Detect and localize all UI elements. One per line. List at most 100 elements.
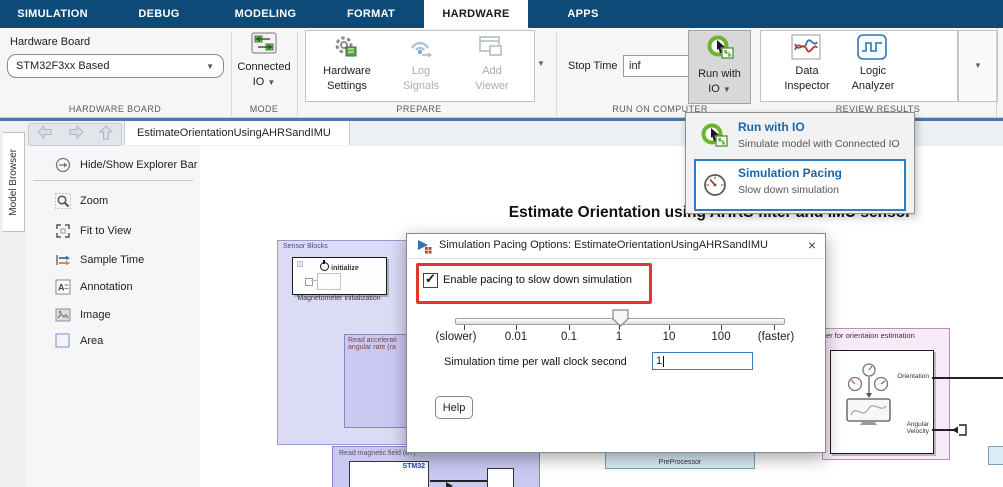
small-block[interactable] — [487, 468, 514, 487]
log-signals-line2: Signals — [392, 79, 450, 94]
tab-modeling[interactable]: MODELING — [213, 0, 318, 28]
log-signals-icon — [406, 34, 434, 65]
magnetometer-init-block[interactable]: initialize — [292, 257, 387, 295]
dialog-titlebar[interactable]: Simulation Pacing Options: EstimateOrien… — [407, 234, 825, 259]
forward-arrow-icon[interactable] — [68, 125, 84, 144]
section-prepare: PREPARE — [305, 104, 533, 114]
palette-item-area[interactable]: Area — [55, 330, 223, 352]
log-signals-button[interactable]: Log Signals — [392, 64, 450, 94]
tab-debug[interactable]: DEBUG — [105, 0, 213, 28]
section-hardware-board: HARDWARE BOARD — [0, 104, 230, 114]
sample-time-icon — [55, 252, 71, 268]
imu-filter-block[interactable]: Orientation Angular Velocity — [830, 350, 934, 454]
time-per-wallclock-label: Simulation time per wall clock second — [444, 356, 627, 368]
run-with-io-line2: IO ▼ — [689, 82, 750, 97]
model-browser-tab[interactable]: Model Browser — [3, 132, 25, 232]
run-with-io-icon — [706, 34, 734, 65]
tab-simulation[interactable]: SIMULATION — [0, 0, 105, 28]
palette-item-explorer-bar[interactable]: Hide/Show Explorer Bar — [55, 154, 223, 176]
divider — [996, 28, 997, 117]
run-with-io-menu: Run with IO Simulate model with Connecte… — [685, 112, 915, 214]
enable-pacing-checkbox[interactable]: ✓ — [423, 273, 438, 288]
help-button[interactable]: Help — [435, 396, 473, 419]
divider — [297, 32, 298, 116]
slider-tick — [569, 325, 570, 330]
stm32-block[interactable]: STM32 — [349, 461, 429, 487]
stop-time-label: Stop Time — [568, 60, 618, 72]
palette-panel: Hide/Show Explorer Bar Zoom Fit to View … — [25, 146, 201, 487]
orientation-area-label: er for orientaion estimation — [823, 329, 949, 340]
logic-analyzer-line1: Logic — [843, 64, 903, 79]
logic-analyzer-button[interactable]: Logic Analyzer — [843, 64, 903, 94]
magnetometer-caption: Magnetometer initialization — [277, 295, 401, 302]
menu-run-with-io-title: Run with IO — [738, 120, 805, 134]
palette-item-zoom[interactable]: Zoom — [55, 190, 223, 212]
menu-simulation-pacing-title: Simulation Pacing — [738, 166, 842, 180]
partial-block[interactable] — [988, 446, 1003, 465]
run-with-io-line1: Run with — [689, 67, 750, 82]
add-viewer-line1: Add — [463, 64, 521, 79]
dialog-title: Simulation Pacing Options: EstimateOrien… — [439, 239, 768, 251]
logic-analyzer-icon — [857, 34, 887, 65]
connected-io-button[interactable]: Connected IO ▼ — [228, 60, 300, 90]
menu-simulation-pacing-subtitle: Slow down simulation — [738, 184, 839, 196]
read-accel-line1: Read accelerati — [345, 335, 415, 344]
slider-tick — [669, 325, 670, 330]
tab-apps[interactable]: APPS — [528, 0, 638, 28]
simulink-window: SIMULATION DEBUG MODELING FORMAT HARDWAR… — [0, 0, 1003, 487]
up-arrow-icon[interactable] — [99, 125, 113, 145]
data-inspector-line1: Data — [777, 64, 837, 79]
hardware-board-label: Hardware Board — [10, 36, 90, 48]
data-inspector-button[interactable]: Data Inspector — [777, 64, 837, 94]
time-per-wallclock-input[interactable]: 1 — [652, 352, 753, 370]
connected-io-icon — [251, 32, 277, 54]
zoom-icon — [55, 193, 71, 209]
annotation-icon: A — [55, 279, 71, 295]
review-expand-button[interactable]: ▼ — [958, 30, 998, 102]
palette-label: Hide/Show Explorer Bar — [80, 159, 197, 171]
menu-item-run-with-io[interactable]: Run with IO Simulate model with Connecte… — [686, 113, 914, 159]
connected-io-line2: IO ▼ — [228, 75, 300, 90]
angular-velocity-wire — [932, 429, 954, 431]
tab-hardware[interactable]: HARDWARE — [424, 0, 528, 28]
hardware-board-select[interactable]: STM32F3xx Based ▼ — [7, 54, 224, 78]
stop-time-input[interactable]: inf — [623, 55, 694, 77]
run-with-io-button[interactable]: Run with IO ▼ — [688, 30, 751, 104]
port-orientation-label: Orientation — [897, 373, 929, 380]
hardware-settings-button[interactable]: Hardware Settings — [312, 64, 382, 94]
pacing-slider-thumb[interactable] — [612, 309, 629, 332]
wire-arrow-icon — [446, 477, 453, 487]
document-tab[interactable]: EstimateOrientationUsingAHRSandIMU — [124, 121, 350, 145]
read-accel-line2: angular rate (ra — [345, 344, 415, 351]
slider-label-faster: (faster) — [758, 331, 794, 343]
data-inspector-line2: Inspector — [777, 79, 837, 94]
slider-label-100: 100 — [711, 331, 730, 343]
palette-item-fit-to-view[interactable]: Fit to View — [55, 220, 223, 242]
ribbon-tab-bar: SIMULATION DEBUG MODELING FORMAT HARDWAR… — [0, 0, 1003, 28]
chevron-down-icon: ▼ — [723, 85, 731, 94]
prepare-expand-button[interactable]: ▼ — [537, 60, 545, 68]
menu-item-simulation-pacing[interactable]: Simulation Pacing Slow down simulation — [694, 159, 906, 211]
signal-wire — [430, 480, 487, 482]
slider-label-10: 10 — [663, 331, 676, 343]
section-mode: MODE — [232, 104, 296, 114]
back-arrow-icon[interactable] — [37, 125, 53, 144]
enable-pacing-label: Enable pacing to slow down simulation — [443, 274, 632, 286]
palette-item-image[interactable]: Image — [55, 304, 223, 326]
palette-item-sample-time[interactable]: Sample Time — [55, 249, 223, 271]
stm32-label: STM32 — [350, 462, 428, 470]
divider — [33, 180, 193, 181]
add-viewer-button[interactable]: Add Viewer — [463, 64, 521, 94]
slider-tick — [619, 325, 620, 330]
power-icon — [320, 262, 329, 271]
log-signals-line1: Log — [392, 64, 450, 79]
close-icon[interactable]: × — [808, 237, 816, 253]
simulation-pacing-dialog: Simulation Pacing Options: EstimateOrien… — [406, 233, 826, 453]
orientation-wire — [932, 377, 1003, 379]
palette-label: Image — [80, 309, 111, 321]
ribbon: Hardware Board STM32F3xx Based ▼ HARDWAR… — [0, 28, 1003, 118]
palette-item-annotation[interactable]: A Annotation — [55, 276, 223, 298]
palette-label: Fit to View — [80, 225, 131, 237]
logic-analyzer-line2: Analyzer — [843, 79, 903, 94]
tab-format[interactable]: FORMAT — [318, 0, 424, 28]
